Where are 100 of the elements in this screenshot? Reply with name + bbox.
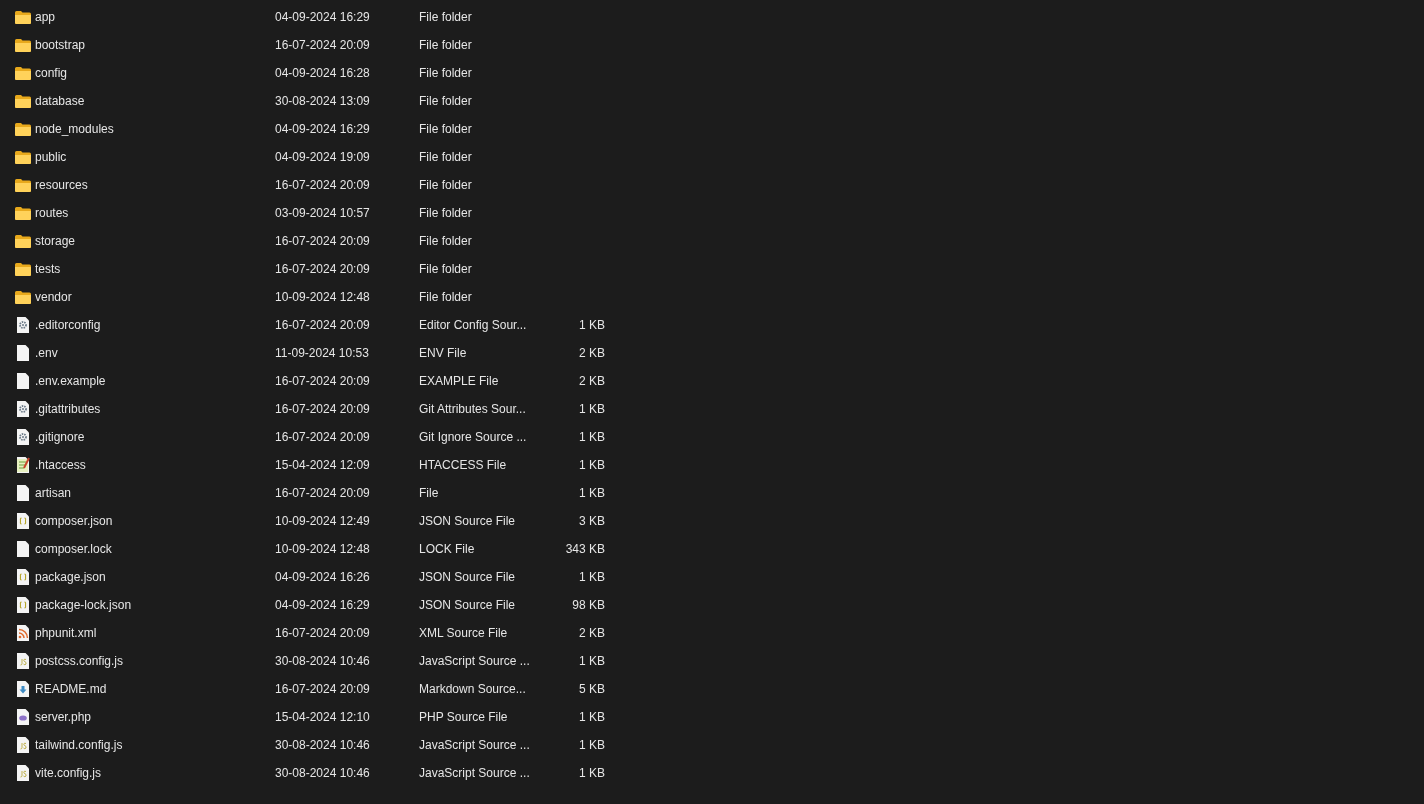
file-size: 98 KB bbox=[572, 598, 605, 612]
js-document-icon bbox=[16, 737, 30, 753]
gear-document-icon bbox=[16, 429, 30, 445]
file-name[interactable]: routes bbox=[35, 206, 275, 220]
file-name[interactable]: config bbox=[35, 66, 275, 80]
file-type: JavaScript Source ... bbox=[419, 654, 531, 668]
file-size: 5 KB bbox=[579, 682, 605, 696]
date-modified: 16-07-2024 20:09 bbox=[275, 262, 371, 276]
markdown-document-icon bbox=[16, 681, 30, 697]
file-name[interactable]: vendor bbox=[35, 290, 275, 304]
file-type: JSON Source File bbox=[419, 598, 517, 612]
folder-icon bbox=[15, 150, 31, 164]
file-size: 2 KB bbox=[579, 374, 605, 388]
date-modified: 04-09-2024 16:28 bbox=[275, 66, 371, 80]
file-type: Git Ignore Source ... bbox=[419, 430, 528, 444]
file-name[interactable]: public bbox=[35, 150, 275, 164]
folder-icon bbox=[15, 38, 31, 52]
file-name[interactable]: postcss.config.js bbox=[35, 654, 275, 668]
date-modified: 16-07-2024 20:09 bbox=[275, 178, 371, 192]
file-name[interactable]: composer.lock bbox=[35, 542, 275, 556]
file-name[interactable]: .gitattributes bbox=[35, 402, 275, 416]
date-modified: 16-07-2024 20:09 bbox=[275, 374, 371, 388]
date-modified: 30-08-2024 10:46 bbox=[275, 766, 371, 780]
file-name[interactable]: tests bbox=[35, 262, 275, 276]
date-modified: 16-07-2024 20:09 bbox=[275, 486, 371, 500]
file-name[interactable]: bootstrap bbox=[35, 38, 275, 52]
date-modified: 04-09-2024 19:09 bbox=[275, 150, 371, 164]
file-size: 1 KB bbox=[579, 654, 605, 668]
document-icon bbox=[16, 485, 30, 501]
date-modified: 04-09-2024 16:29 bbox=[275, 122, 371, 136]
file-type: ENV File bbox=[419, 346, 468, 360]
gear-document-icon bbox=[16, 317, 30, 333]
folder-icon bbox=[15, 234, 31, 248]
folder-icon bbox=[15, 290, 31, 304]
date-modified: 11-09-2024 10:53 bbox=[275, 346, 370, 360]
php-document-icon bbox=[16, 709, 30, 725]
rss-document-icon bbox=[16, 625, 30, 641]
date-modified: 30-08-2024 10:46 bbox=[275, 654, 371, 668]
file-type: Git Attributes Sour... bbox=[419, 402, 527, 416]
file-name[interactable]: artisan bbox=[35, 486, 275, 500]
file-size: 2 KB bbox=[579, 346, 605, 360]
folder-icon bbox=[15, 206, 31, 220]
file-name[interactable]: server.php bbox=[35, 710, 275, 724]
file-name[interactable]: phpunit.xml bbox=[35, 626, 275, 640]
file-type: Editor Config Sour... bbox=[419, 318, 528, 332]
file-type: File folder bbox=[419, 38, 473, 52]
file-name[interactable]: resources bbox=[35, 178, 275, 192]
file-size: 2 KB bbox=[579, 626, 605, 640]
json-document-icon bbox=[16, 513, 30, 529]
file-name[interactable]: database bbox=[35, 94, 275, 108]
file-name[interactable]: package.json bbox=[35, 570, 275, 584]
date-modified: 16-07-2024 20:09 bbox=[275, 38, 371, 52]
file-type: LOCK File bbox=[419, 542, 476, 556]
file-name[interactable]: package-lock.json bbox=[35, 598, 275, 612]
date-modified: 04-09-2024 16:29 bbox=[275, 10, 371, 24]
file-size: 1 KB bbox=[579, 402, 605, 416]
file-type: File folder bbox=[419, 122, 473, 136]
file-size: 1 KB bbox=[579, 710, 605, 724]
file-name[interactable]: node_modules bbox=[35, 122, 275, 136]
file-type: File folder bbox=[419, 234, 473, 248]
file-name[interactable]: .gitignore bbox=[35, 430, 275, 444]
file-size: 1 KB bbox=[579, 766, 605, 780]
date-modified: 03-09-2024 10:57 bbox=[275, 206, 371, 220]
file-size: 343 KB bbox=[565, 542, 605, 556]
file-name[interactable]: .env bbox=[35, 346, 275, 360]
json-document-icon bbox=[16, 597, 30, 613]
file-type: JSON Source File bbox=[419, 570, 517, 584]
file-type: File folder bbox=[419, 94, 473, 108]
file-size: 1 KB bbox=[579, 570, 605, 584]
date-modified: 10-09-2024 12:48 bbox=[275, 290, 371, 304]
notepad-icon bbox=[16, 457, 30, 473]
file-type: File folder bbox=[419, 66, 473, 80]
file-type: HTACCESS File bbox=[419, 458, 508, 472]
document-icon bbox=[16, 373, 30, 389]
file-size: 1 KB bbox=[579, 486, 605, 500]
file-type: JavaScript Source ... bbox=[419, 766, 531, 780]
file-name[interactable]: tailwind.config.js bbox=[35, 738, 275, 752]
folder-icon bbox=[15, 262, 31, 276]
file-type: PHP Source File bbox=[419, 710, 509, 724]
date-modified: 16-07-2024 20:09 bbox=[275, 318, 371, 332]
gear-document-icon bbox=[16, 401, 30, 417]
json-document-icon bbox=[16, 569, 30, 585]
file-type: File bbox=[419, 486, 440, 500]
file-type: File folder bbox=[419, 290, 473, 304]
file-name[interactable]: .env.example bbox=[35, 374, 275, 388]
file-name[interactable]: .editorconfig bbox=[35, 318, 275, 332]
folder-icon bbox=[15, 178, 31, 192]
file-name[interactable]: storage bbox=[35, 234, 275, 248]
date-modified: 10-09-2024 12:49 bbox=[275, 514, 371, 528]
file-name[interactable]: .htaccess bbox=[35, 458, 275, 472]
file-name[interactable]: vite.config.js bbox=[35, 766, 275, 780]
js-document-icon bbox=[16, 653, 30, 669]
file-type: XML Source File bbox=[419, 626, 509, 640]
file-type: File folder bbox=[419, 206, 473, 220]
file-name[interactable]: composer.json bbox=[35, 514, 275, 528]
date-modified: 30-08-2024 10:46 bbox=[275, 738, 371, 752]
file-name[interactable]: app bbox=[35, 10, 275, 24]
date-modified: 16-07-2024 20:09 bbox=[275, 682, 371, 696]
file-name[interactable]: README.md bbox=[35, 682, 275, 696]
file-type: File folder bbox=[419, 262, 473, 276]
